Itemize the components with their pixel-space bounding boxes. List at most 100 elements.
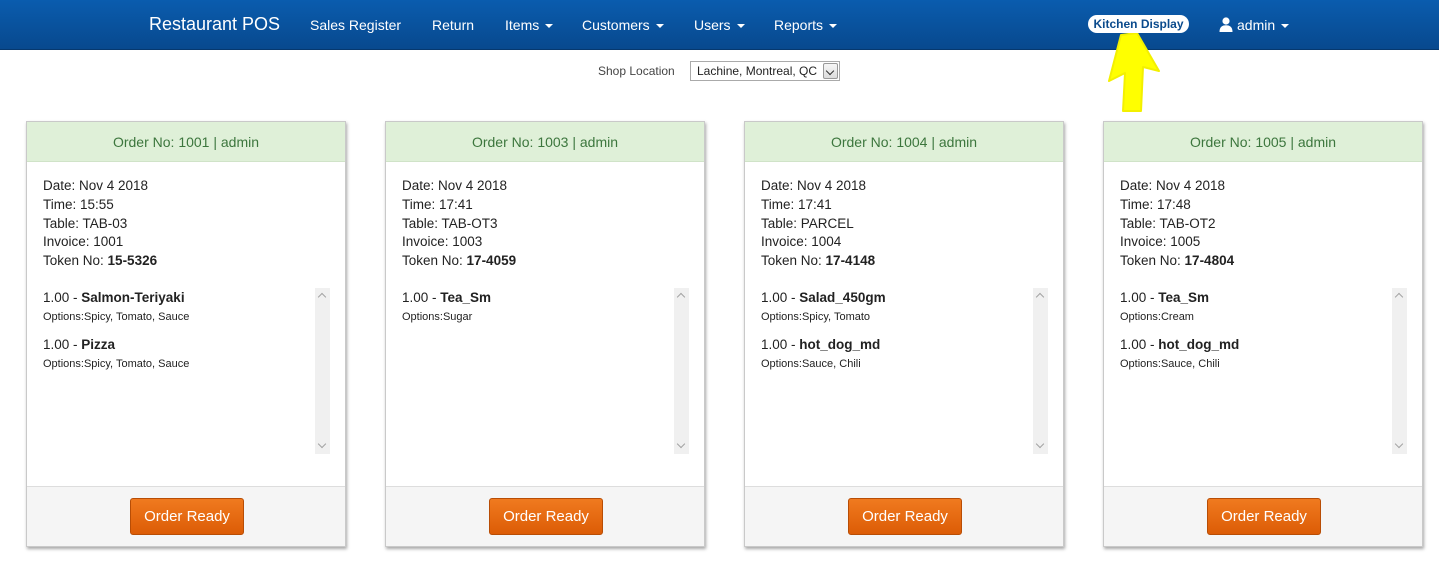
order-item: 1.00 - Tea_Sm Options:Cream	[1120, 288, 1388, 326]
item-options: Options:Spicy, Tomato, Sauce	[43, 311, 190, 323]
order-ready-button[interactable]: Order Ready	[489, 498, 603, 535]
item-name: Pizza	[81, 337, 116, 352]
order-footer: Order Ready	[1104, 486, 1422, 546]
order-time: Time: 17:41	[761, 196, 832, 212]
nav-return[interactable]: Return	[432, 17, 474, 33]
order-token: Token No: 17-4059	[402, 252, 516, 271]
items-scrollbar[interactable]	[1392, 288, 1407, 454]
caret-down-icon	[736, 24, 745, 29]
nav-users-dropdown[interactable]: Users	[694, 17, 745, 33]
order-items-list[interactable]: 1.00 - Salmon-Teriyaki Options:Spicy, Tom…	[43, 288, 330, 454]
nav-customers-dropdown[interactable]: Customers	[582, 17, 664, 33]
item-line: 1.00 - Pizza	[43, 335, 311, 355]
nav-reports-dropdown[interactable]: Reports	[774, 17, 838, 33]
item-options: Options:Sugar	[402, 311, 473, 323]
item-name: Tea_Sm	[440, 290, 492, 305]
order-token: Token No: 17-4148	[761, 252, 875, 271]
order-invoice: Invoice: 1004	[761, 234, 842, 250]
order-card: Order No: 1003 | admin Date: Nov 4 2018 …	[385, 121, 705, 547]
order-header: Order No: 1005 | admin	[1104, 122, 1422, 162]
scroll-up-icon[interactable]	[317, 292, 327, 302]
item-name: Salad_450gm	[799, 290, 886, 305]
items-scrollbar[interactable]	[315, 288, 330, 454]
order-footer: Order Ready	[386, 486, 704, 546]
nav-items-dropdown[interactable]: Items	[505, 17, 554, 33]
shop-location-label: Shop Location	[598, 64, 675, 78]
scroll-down-icon[interactable]	[317, 439, 327, 449]
user-menu-label: admin	[1237, 17, 1276, 33]
order-item: 1.00 - Pizza Options:Spicy, Tomato, Sauce	[43, 335, 311, 373]
item-name: Salmon-Teriyaki	[81, 290, 185, 305]
order-ready-button[interactable]: Order Ready	[1207, 498, 1321, 535]
scroll-up-icon[interactable]	[1035, 292, 1045, 302]
caret-down-icon	[655, 24, 664, 29]
order-details: Date: Nov 4 2018 Time: 17:48 Table: TAB-…	[1120, 177, 1234, 271]
user-menu-dropdown[interactable]: admin	[1237, 17, 1290, 33]
item-line: 1.00 - Tea_Sm	[402, 288, 670, 308]
scroll-down-icon[interactable]	[1394, 439, 1404, 449]
order-date: Date: Nov 4 2018	[1120, 178, 1226, 193]
token-label: Token No:	[1120, 253, 1185, 269]
item-quantity: 1.00 -	[43, 290, 82, 305]
order-time: Time: 17:48	[1120, 196, 1191, 212]
shop-location-select[interactable]: Lachine, Montreal, QC	[690, 61, 840, 81]
scroll-down-icon[interactable]	[1035, 439, 1045, 449]
order-date: Date: Nov 4 2018	[43, 178, 149, 193]
order-invoice: Invoice: 1003	[402, 234, 483, 250]
item-quantity: 1.00 -	[43, 337, 82, 352]
order-table: Table: TAB-OT3	[402, 215, 498, 231]
order-items-list[interactable]: 1.00 - Tea_Sm Options:Sugar	[402, 288, 689, 454]
order-table: Table: PARCEL	[761, 215, 854, 231]
brand-title[interactable]: Restaurant POS	[149, 14, 280, 35]
caret-down-icon	[1281, 24, 1290, 29]
order-item: 1.00 - hot_dog_md Options:Sauce, Chili	[1120, 335, 1388, 373]
order-card: Order No: 1005 | admin Date: Nov 4 2018 …	[1103, 121, 1423, 547]
order-items-list[interactable]: 1.00 - Salad_450gm Options:Spicy, Tomato 1…	[761, 288, 1048, 454]
chevron-down-icon[interactable]	[823, 63, 838, 79]
user-icon[interactable]	[1219, 17, 1233, 32]
order-header: Order No: 1003 | admin	[386, 122, 704, 162]
item-name: hot_dog_md	[1158, 337, 1240, 352]
order-items-list[interactable]: 1.00 - Tea_Sm Options:Cream 1.00 - hot_dog…	[1120, 288, 1407, 454]
token-number: 17-4804	[1184, 253, 1235, 269]
nav-customers-label: Customers	[582, 17, 650, 33]
order-table: Table: TAB-03	[43, 215, 128, 231]
order-footer: Order Ready	[27, 486, 345, 546]
items-scrollbar[interactable]	[1033, 288, 1048, 454]
nav-users-label: Users	[694, 17, 731, 33]
kitchen-display-button[interactable]: Kitchen Display	[1088, 15, 1189, 33]
order-item: 1.00 - hot_dog_md Options:Sauce, Chili	[761, 335, 1029, 373]
item-line: 1.00 - Salad_450gm	[761, 288, 1029, 308]
annotation-arrow-icon	[1108, 33, 1160, 112]
shop-location-value: Lachine, Montreal, QC	[697, 64, 818, 78]
order-item: 1.00 - Salad_450gm Options:Spicy, Tomato	[761, 288, 1029, 326]
order-ready-button[interactable]: Order Ready	[848, 498, 962, 535]
order-invoice: Invoice: 1001	[43, 234, 124, 250]
token-number: 17-4148	[825, 253, 876, 269]
item-options: Options:Sauce, Chili	[1120, 358, 1220, 370]
items-scrollbar[interactable]	[674, 288, 689, 454]
scroll-up-icon[interactable]	[1394, 292, 1404, 302]
item-options: Options:Spicy, Tomato	[761, 311, 871, 323]
token-number: 15-5326	[107, 253, 158, 269]
item-line: 1.00 - hot_dog_md	[761, 335, 1029, 355]
order-item: 1.00 - Tea_Sm Options:Sugar	[402, 288, 670, 326]
item-options: Options:Cream	[1120, 311, 1194, 323]
token-label: Token No:	[43, 253, 108, 269]
order-ready-button[interactable]: Order Ready	[130, 498, 244, 535]
nav-sales-register[interactable]: Sales Register	[310, 17, 401, 33]
item-quantity: 1.00 -	[761, 290, 800, 305]
scroll-up-icon[interactable]	[676, 292, 686, 302]
order-token: Token No: 15-5326	[43, 252, 157, 271]
order-time: Time: 15:55	[43, 196, 114, 212]
item-options: Options:Spicy, Tomato, Sauce	[43, 358, 190, 370]
item-quantity: 1.00 -	[1120, 337, 1159, 352]
caret-down-icon	[545, 24, 554, 29]
nav-items-label: Items	[505, 17, 540, 33]
item-quantity: 1.00 -	[1120, 290, 1159, 305]
item-quantity: 1.00 -	[761, 337, 800, 352]
order-date: Date: Nov 4 2018	[761, 178, 867, 193]
item-quantity: 1.00 -	[402, 290, 441, 305]
item-line: 1.00 - Tea_Sm	[1120, 288, 1388, 308]
scroll-down-icon[interactable]	[676, 439, 686, 449]
